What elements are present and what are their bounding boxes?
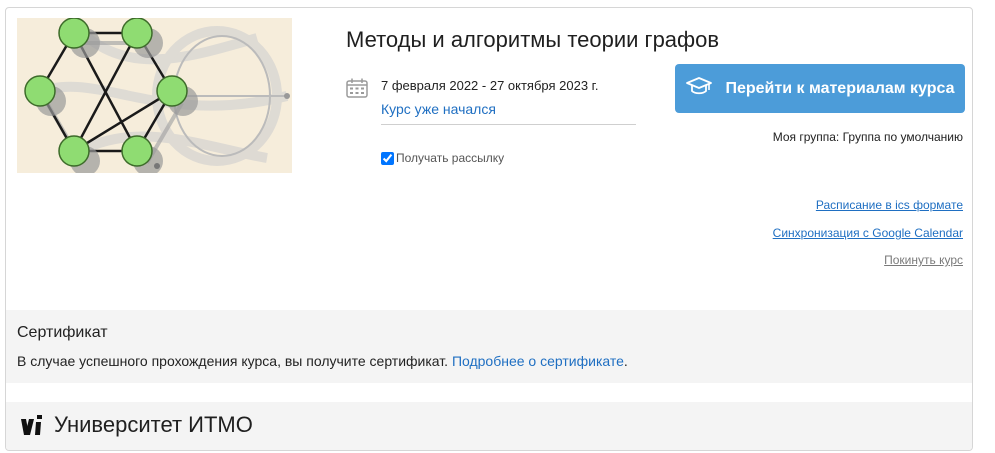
google-calendar-sync-link[interactable]: Синхронизация с Google Calendar bbox=[773, 226, 963, 240]
itmo-logo bbox=[19, 414, 45, 443]
graduation-cap-icon bbox=[685, 76, 713, 101]
certificate-text: В случае успешного прохождения курса, вы… bbox=[17, 353, 628, 369]
certificate-text-end: . bbox=[623, 353, 628, 369]
course-image bbox=[17, 17, 292, 176]
university-section: Университет ИТМО bbox=[6, 402, 972, 450]
go-to-materials-button[interactable]: Перейти к материалам курса bbox=[675, 64, 965, 113]
my-group-text: Моя группа: Группа по умолчанию bbox=[772, 130, 963, 144]
course-dates: 7 февраля 2022 - 27 октября 2023 г. bbox=[381, 78, 599, 93]
course-status-link[interactable]: Курс уже начался bbox=[381, 101, 496, 117]
leave-course-link[interactable]: Покинуть курс bbox=[884, 253, 963, 267]
certificate-details-link[interactable]: Подробнее о сертификате bbox=[452, 353, 624, 369]
newsletter-option[interactable]: Получать рассылку bbox=[381, 151, 504, 165]
university-name: Университет ИТМО bbox=[54, 412, 253, 437]
course-title: Методы и алгоритмы теории графов bbox=[346, 27, 720, 52]
newsletter-label: Получать рассылку bbox=[396, 151, 505, 165]
calendar-icon bbox=[346, 78, 368, 103]
course-card: Методы и алгоритмы теории графов 7 февра… bbox=[5, 7, 973, 451]
certificate-title: Сертификат bbox=[17, 324, 108, 341]
newsletter-checkbox[interactable] bbox=[381, 151, 394, 165]
certificate-description: В случае успешного прохождения курса, вы… bbox=[17, 353, 449, 369]
ics-schedule-link[interactable]: Расписание в ics формате bbox=[816, 198, 963, 212]
go-to-materials-label: Перейти к материалам курса bbox=[725, 79, 955, 97]
divider bbox=[381, 124, 636, 125]
certificate-section: Сертификат В случае успешного прохождени… bbox=[6, 310, 972, 383]
